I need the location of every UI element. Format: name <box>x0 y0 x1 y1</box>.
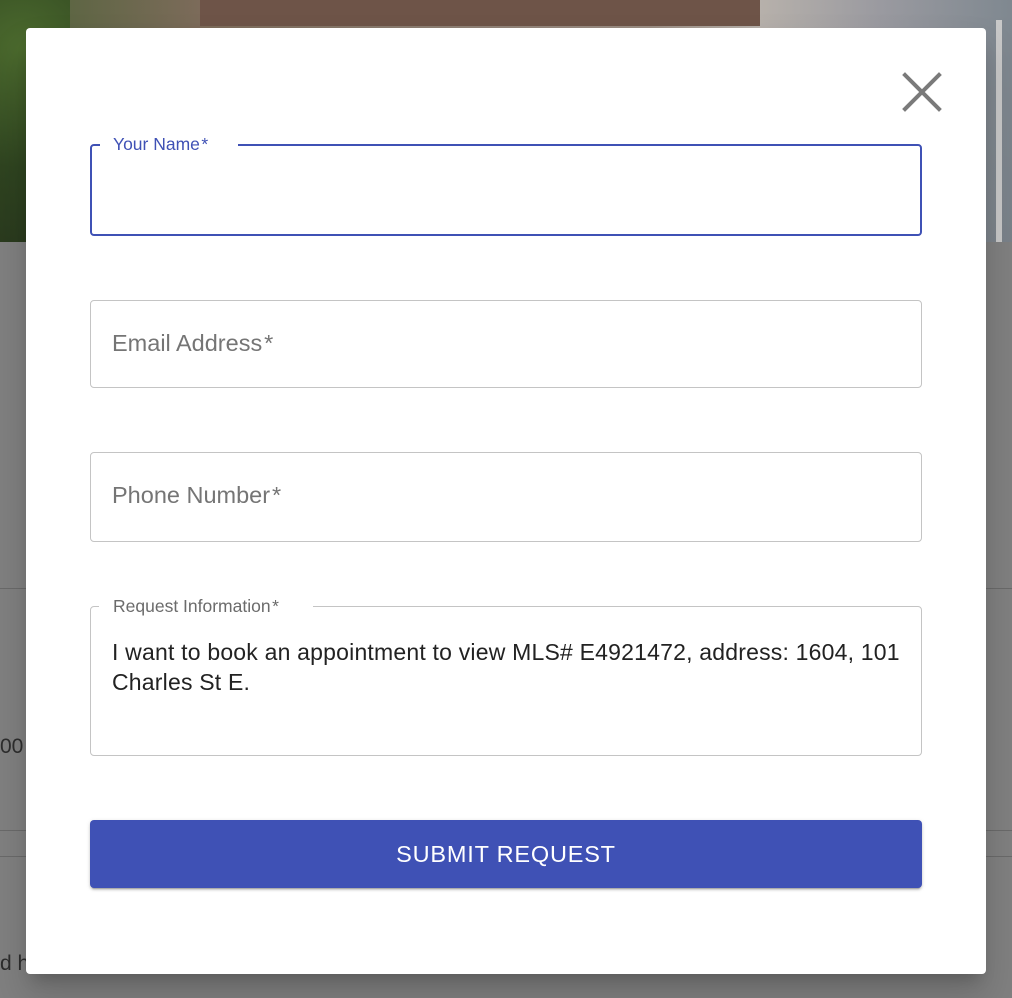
name-input[interactable] <box>92 146 920 234</box>
background-post <box>996 20 1002 242</box>
phone-field[interactable]: Phone Number * <box>90 452 922 542</box>
email-input[interactable] <box>92 302 920 386</box>
close-icon <box>902 72 942 112</box>
background-partial-text: 00 <box>0 735 24 758</box>
request-info-field[interactable]: Request Information * I want to book an … <box>90 597 922 756</box>
request-info-textarea[interactable]: I want to book an appointment to view ML… <box>92 608 920 754</box>
phone-input[interactable] <box>92 454 920 540</box>
close-button[interactable] <box>900 70 944 114</box>
submit-request-button[interactable]: SUBMIT REQUEST <box>90 820 922 888</box>
email-field[interactable]: Email Address * <box>90 300 922 388</box>
name-field[interactable]: Your Name * <box>90 135 922 236</box>
background-roof <box>200 0 760 26</box>
request-info-dialog: Your Name * Email Address * Phone Number… <box>26 28 986 974</box>
background-partial-text: d h <box>0 952 30 975</box>
